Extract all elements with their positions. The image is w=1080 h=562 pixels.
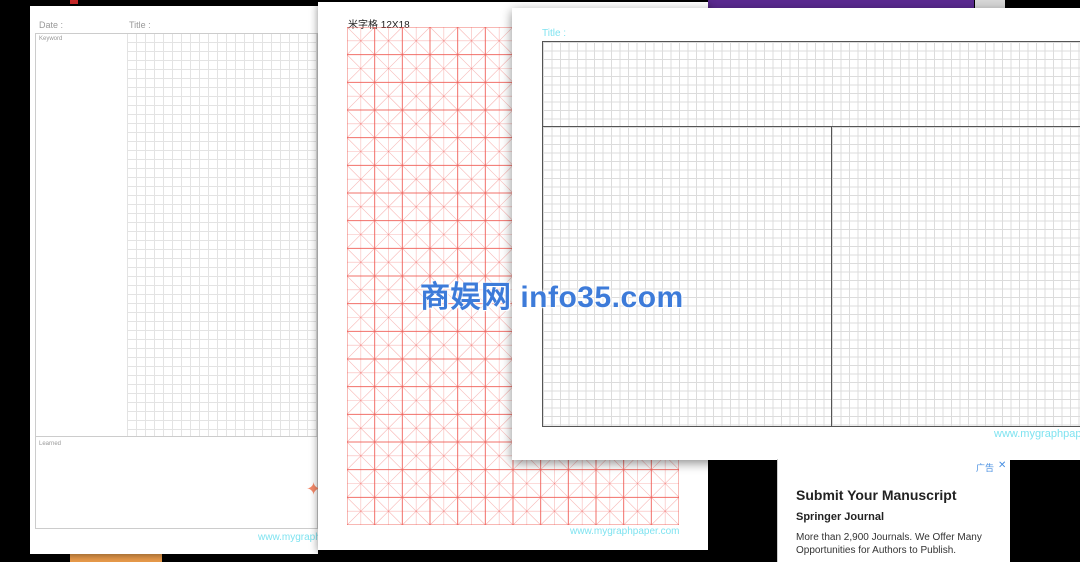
note-keyword-label: Keyword xyxy=(39,36,63,42)
ad-subtitle: Springer Journal xyxy=(796,511,885,523)
note-keyword-box: Keyword xyxy=(35,33,318,437)
graph-title-label: Title : xyxy=(542,28,567,39)
graph-paper-sheet-preview[interactable]: Title : www.mygraphpaper.com xyxy=(512,8,1080,460)
background-window-strip xyxy=(708,0,974,8)
note-learned-label: Learned xyxy=(39,441,62,447)
graph-sheet-url: www.mygraphpaper.com xyxy=(994,428,1080,440)
note-date-label: Date : xyxy=(39,20,64,30)
ad-badge: 广告 xyxy=(976,463,995,473)
ad-body-text: More than 2,900 Journals. We Offer Many … xyxy=(796,532,982,556)
note-title-label: Title : xyxy=(129,20,151,30)
rice-sheet-url: www.mygraphpaper.com xyxy=(570,526,680,537)
ad-title[interactable]: Submit Your Manuscript xyxy=(796,487,957,503)
advertisement-card[interactable]: 广告 ✕ Submit Your Manuscript Springer Jou… xyxy=(777,459,1010,562)
site-watermark: 商娱网 info35.com xyxy=(420,281,684,314)
close-icon[interactable]: ✕ xyxy=(998,460,1006,471)
background-fragment xyxy=(70,0,78,4)
graph-panel-top xyxy=(542,41,1080,127)
cornell-note-sheet-preview[interactable]: Date : Title : Keyword Learned ✦ www.myg… xyxy=(30,6,368,554)
graph-panel-right xyxy=(831,126,1080,427)
note-learned-box: Learned xyxy=(35,436,318,529)
